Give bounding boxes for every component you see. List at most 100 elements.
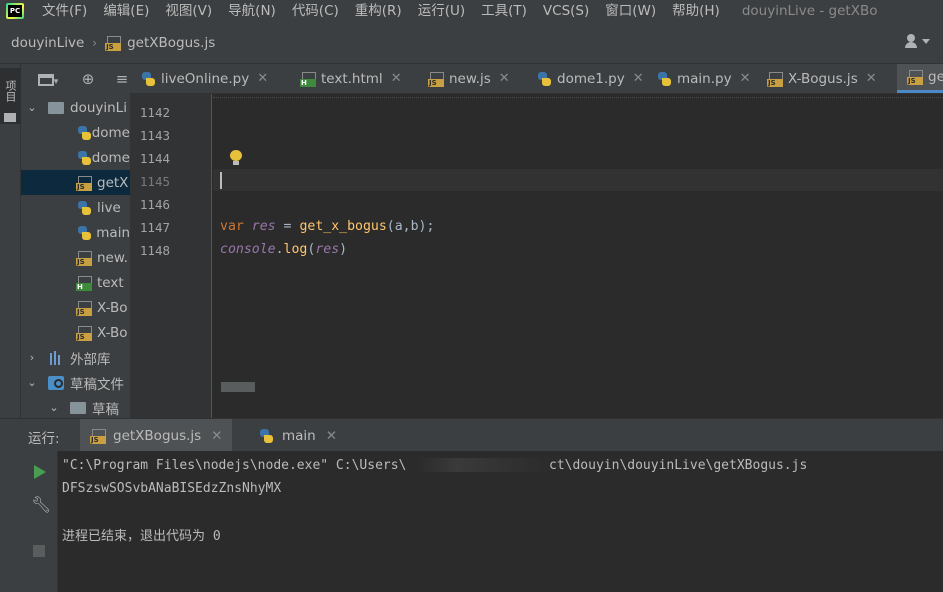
menu-window[interactable]: 窗口(W): [597, 0, 664, 22]
menu-navigate[interactable]: 导航(N): [220, 0, 284, 22]
html-file-icon: H: [300, 71, 316, 87]
line-number: 1148: [139, 243, 170, 258]
tree-file[interactable]: dome: [21, 120, 130, 145]
python-file-icon: [140, 71, 156, 87]
line-number: 1147: [139, 220, 170, 235]
python-file-icon: [76, 150, 91, 166]
tab-dome1-py[interactable]: dome1.py ✕: [526, 64, 644, 93]
tree-file[interactable]: JS new.: [21, 245, 130, 270]
console-output-value: DFSzswSOSvbANaBISEdzZnsNhyMX: [62, 481, 282, 496]
collapse-all-icon[interactable]: ≡: [113, 71, 131, 87]
project-tool-label: 项目: [4, 80, 17, 102]
tab-new-js[interactable]: JS new.js ✕: [418, 64, 510, 93]
close-icon[interactable]: ✕: [740, 71, 751, 86]
breadcrumb-file[interactable]: getXBogus.js: [127, 35, 215, 51]
python-file-icon: [76, 125, 91, 141]
line-number: 1144: [139, 151, 170, 166]
folder-icon: [48, 101, 64, 114]
js-file-icon: JS: [105, 35, 122, 51]
python-file-icon: [76, 200, 92, 216]
chevron-down-icon[interactable]: ⌄: [48, 401, 60, 414]
code-line-1147: var res = get_x_bogus(a,b);: [220, 219, 435, 234]
close-icon[interactable]: ✕: [211, 428, 222, 444]
folder-icon: [4, 113, 16, 122]
horizontal-scrollbar-thumb[interactable]: [221, 382, 255, 392]
redacted-region: [417, 458, 552, 472]
close-icon[interactable]: ✕: [257, 71, 268, 86]
console-exit-message: 进程已结束，退出代码为 0: [62, 529, 221, 544]
rerun-icon[interactable]: [34, 465, 46, 479]
project-tool-button[interactable]: 项目: [0, 68, 21, 124]
menu-help[interactable]: 帮助(H): [664, 0, 728, 22]
menu-refactor[interactable]: 重构(R): [347, 0, 410, 22]
navigation-bar: douyinLive › JS getXBogus.js: [0, 22, 943, 64]
chevron-down-icon[interactable]: ⌄: [26, 376, 38, 389]
line-number: 1146: [139, 197, 170, 212]
stop-icon[interactable]: [33, 545, 45, 557]
tab-getxbogus-js[interactable]: JS ge: [897, 64, 943, 93]
chevron-down-icon[interactable]: ⌄: [26, 101, 38, 114]
chevron-right-icon[interactable]: ›: [26, 351, 38, 364]
menu-file[interactable]: 文件(F): [34, 0, 95, 22]
code-editor[interactable]: var res = get_x_bogus(a,b); console.log(…: [213, 94, 943, 418]
menu-code[interactable]: 代码(C): [284, 0, 347, 22]
tree-root-folder[interactable]: ⌄ douyinLi: [21, 95, 130, 120]
console-line: ct\douyin\douyinLive\getXBogus.js: [549, 458, 808, 473]
menu-tools[interactable]: 工具(T): [473, 0, 535, 22]
user-account-button[interactable]: [905, 34, 931, 50]
menu-bar: PC 文件(F) 编辑(E) 视图(V) 导航(N) 代码(C) 重构(R) 运…: [0, 0, 943, 22]
editor-tab-bar: liveOnline.py ✕ H text.html ✕ JS new.js …: [130, 64, 943, 94]
close-icon[interactable]: ✕: [633, 71, 644, 86]
wrench-icon[interactable]: 🔧︎: [31, 495, 51, 514]
close-icon[interactable]: ✕: [326, 428, 337, 444]
caret-down-icon: [922, 39, 930, 44]
current-line-highlight: [213, 169, 943, 191]
project-toolbar: ▾ ⊕ ≡: [21, 64, 130, 94]
close-icon[interactable]: ✕: [391, 71, 402, 86]
python-file-icon: [536, 71, 552, 87]
console-line: "C:\Program Files\nodejs\node.exe" C:\Us…: [62, 458, 407, 473]
tree-file[interactable]: JS X-Bo: [21, 320, 130, 345]
tree-file[interactable]: main: [21, 220, 130, 245]
tree-file-selected[interactable]: JS getX: [21, 170, 130, 195]
menu-view[interactable]: 视图(V): [157, 0, 220, 22]
tree-external-libraries[interactable]: › 外部库: [21, 345, 130, 370]
tab-liveonline-py[interactable]: liveOnline.py ✕: [130, 64, 268, 93]
js-file-icon: JS: [90, 428, 106, 444]
left-tool-stripe: 项目: [0, 64, 21, 418]
tree-file[interactable]: live: [21, 195, 130, 220]
code-line-1148: console.log(res): [220, 242, 348, 257]
menu-edit[interactable]: 编辑(E): [95, 0, 157, 22]
menu-run[interactable]: 运行(U): [410, 0, 473, 22]
tree-file[interactable]: JS X-Bo: [21, 295, 130, 320]
window-title: douyinLive - getXBo: [741, 3, 878, 19]
menu-vcs[interactable]: VCS(S): [535, 0, 597, 22]
tree-scratches-child[interactable]: ⌄ 草稿: [21, 395, 130, 418]
js-file-icon: JS: [76, 175, 92, 191]
tab-text-html[interactable]: H text.html ✕: [290, 64, 402, 93]
console-output[interactable]: "C:\Program Files\nodejs\node.exe" C:\Us…: [59, 451, 943, 592]
js-file-icon: JS: [428, 71, 444, 87]
view-mode-dropdown-icon[interactable]: ▾: [35, 71, 61, 87]
tree-scratches[interactable]: ⌄ 草稿文件: [21, 370, 130, 395]
run-label: 运行:: [28, 431, 60, 447]
run-tab-main[interactable]: main ✕: [248, 419, 347, 452]
tree-file[interactable]: H text: [21, 270, 130, 295]
tab-main-py[interactable]: main.py ✕: [646, 64, 751, 93]
folder-icon: [70, 401, 86, 414]
breadcrumb-project[interactable]: douyinLive: [11, 35, 84, 51]
locate-file-icon[interactable]: ⊕: [79, 71, 97, 87]
lightbulb-icon[interactable]: [229, 150, 243, 166]
html-file-icon: H: [76, 275, 92, 291]
tab-x-bogus-js[interactable]: JS X-Bogus.js ✕: [757, 64, 877, 93]
js-file-icon: JS: [76, 300, 92, 316]
line-number-current: 1145: [139, 174, 170, 189]
library-icon: [48, 350, 64, 365]
line-number: 1143: [139, 128, 170, 143]
close-icon[interactable]: ✕: [866, 71, 877, 86]
close-icon[interactable]: ✕: [499, 71, 510, 86]
chevron-right-icon: ›: [92, 35, 98, 50]
js-file-icon: JS: [76, 325, 92, 341]
run-tab-getxbogus[interactable]: JS getXBogus.js ✕: [80, 419, 233, 452]
tree-file[interactable]: dome: [21, 145, 130, 170]
